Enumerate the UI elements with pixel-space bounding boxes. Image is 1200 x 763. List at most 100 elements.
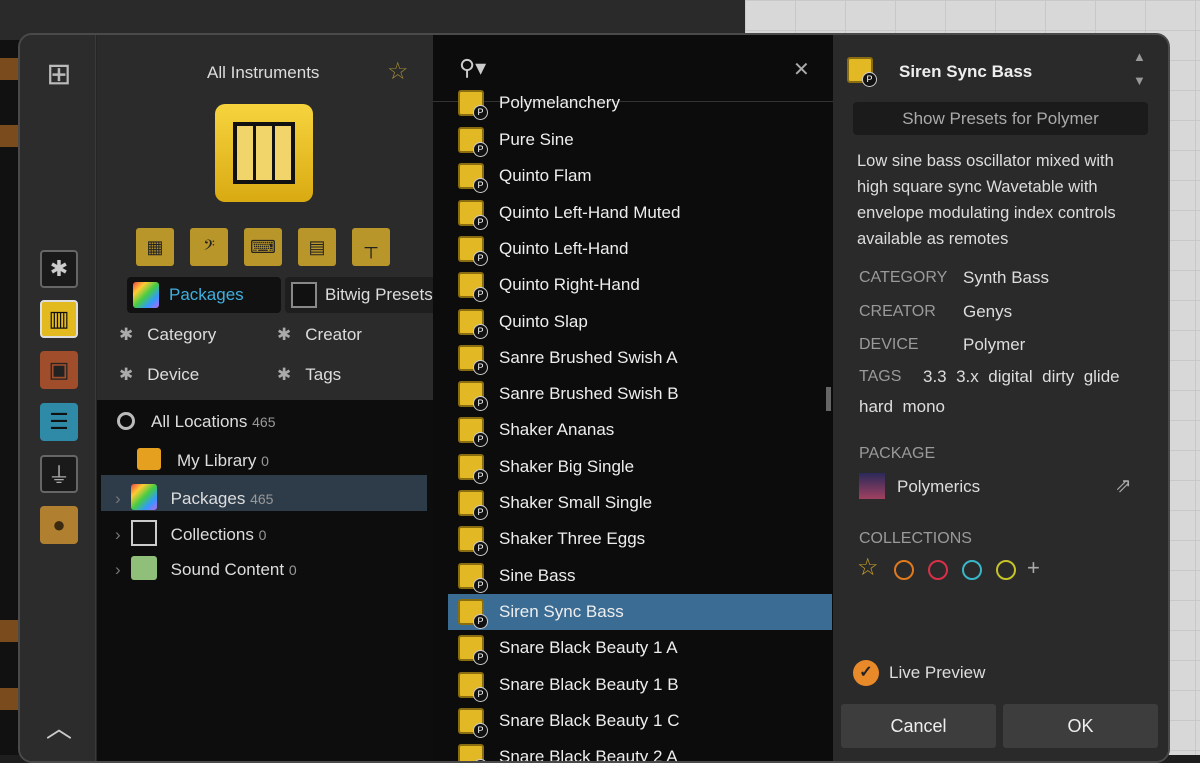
preset-icon (458, 598, 488, 629)
instruments-icon[interactable]: ▥ (40, 300, 78, 338)
effects-pedal-icon[interactable]: ▣ (40, 351, 78, 389)
tag[interactable]: glide (1084, 367, 1120, 386)
live-preview-checkbox[interactable]: ✓ (853, 660, 879, 686)
list-item[interactable]: Shaker Big Single (448, 449, 832, 485)
collection-red[interactable] (928, 560, 948, 580)
tags-row-2: hard mono (859, 397, 945, 417)
tag[interactable]: digital (988, 367, 1032, 386)
modulators-icon[interactable]: ☰ (40, 403, 78, 441)
list-item[interactable]: Pure Sine (448, 122, 832, 158)
collection-star-icon[interactable]: ☆ (857, 553, 879, 582)
list-item-label: Shaker Ananas (499, 420, 615, 440)
filter-packages[interactable]: Packages (127, 277, 281, 313)
chevron-right-icon[interactable]: › (115, 525, 121, 544)
percussion-icon[interactable]: ┬ (352, 228, 390, 266)
list-item[interactable]: Shaker Three Eggs (448, 521, 832, 557)
keyboard-stand-icon[interactable]: ⌨ (244, 228, 282, 266)
list-item[interactable]: Shaker Ananas (448, 412, 832, 448)
package-value[interactable]: Polymerics (897, 477, 980, 497)
list-item[interactable]: Snare Black Beauty 1 C (448, 703, 832, 739)
location-sound-content[interactable]: › Sound Content 0 (115, 556, 297, 580)
add-collection-button[interactable]: + (1027, 555, 1040, 581)
list-item[interactable]: Snare Black Beauty 1 A (448, 630, 832, 666)
instrument-large-icon (215, 104, 313, 202)
show-presets-button[interactable]: Show Presets for Polymer (853, 102, 1148, 135)
facet-device[interactable]: ✱ Device (119, 365, 199, 385)
location-my-library[interactable]: My Library 0 (137, 448, 269, 471)
category-value[interactable]: Synth Bass (963, 268, 1049, 288)
tag[interactable]: 3.x (956, 367, 979, 386)
next-arrow-icon[interactable]: ▼ (1133, 73, 1146, 88)
ok-button[interactable]: OK (1003, 704, 1158, 748)
preset-icon (847, 57, 877, 87)
facet-category[interactable]: ✱ Category (119, 325, 216, 345)
list-item-label: Snare Black Beauty 1 C (499, 710, 680, 730)
packages-icon (130, 484, 157, 510)
facet-tags[interactable]: ✱ Tags (277, 365, 341, 385)
chevron-right-icon[interactable]: › (115, 560, 121, 579)
tag[interactable]: dirty (1042, 367, 1074, 386)
preset-icon (458, 163, 488, 194)
previous-arrow-icon[interactable]: ▲ (1133, 49, 1146, 64)
preset-icon (458, 635, 488, 666)
close-icon[interactable]: ✕ (793, 57, 810, 82)
list-item[interactable]: Sine Bass (448, 558, 832, 594)
list-item-label: Quinto Left-Hand Muted (499, 202, 681, 222)
list-item-label: Snare Black Beauty 1 B (499, 674, 679, 694)
user-icon[interactable]: ● (40, 506, 78, 544)
preset-icon (458, 199, 488, 230)
list-item[interactable]: Polymelanchery (448, 85, 832, 121)
detail-panel: Siren Sync Bass ▲ ▼ Show Presets for Pol… (833, 35, 1168, 761)
search-icon[interactable]: ⚲▾ (459, 55, 486, 81)
packages-icon (133, 282, 159, 308)
browser-dialog: ⊞ ✱ ▥ ▣ ☰ ⏚ ● ︿ All Instruments ☆ ▦ 𝄢 ⌨ … (18, 33, 1170, 763)
facet-creator[interactable]: ✱ Creator (277, 325, 362, 345)
creator-value[interactable]: Genys (963, 302, 1012, 322)
collection-cyan[interactable] (962, 560, 982, 580)
grid-view-icon[interactable]: ⊞ (40, 55, 78, 93)
collection-yellow[interactable] (996, 560, 1016, 580)
favorite-star-icon[interactable]: ☆ (387, 57, 409, 86)
asterisk-icon: ✱ (277, 365, 292, 384)
location-collections[interactable]: › Collections 0 (115, 520, 266, 546)
list-item[interactable]: Quinto Flam (448, 158, 832, 194)
list-item[interactable]: Snare Black Beauty 2 A (448, 739, 832, 763)
list-item[interactable]: Quinto Right-Hand (448, 267, 832, 303)
tag[interactable]: mono (902, 397, 945, 416)
list-item[interactable]: Siren Sync Bass (448, 593, 832, 630)
collection-orange[interactable] (894, 560, 914, 580)
filter-bitwig-presets[interactable]: Bitwig Presets (285, 277, 439, 313)
circle-icon (117, 412, 135, 430)
list-item[interactable]: Quinto Left-Hand (448, 231, 832, 267)
preset-icon (458, 490, 488, 520)
filter-bitwig-presets-label: Bitwig Presets (325, 285, 433, 304)
synth-icon[interactable]: ▤ (298, 228, 336, 266)
list-item[interactable]: Sanre Brushed Swish A (448, 340, 832, 376)
preset-icon (458, 562, 488, 593)
list-item-label: Polymelanchery (499, 93, 620, 112)
device-value[interactable]: Polymer (963, 335, 1025, 355)
location-all[interactable]: All Locations 465 (117, 412, 275, 432)
tag[interactable]: hard (859, 397, 893, 416)
location-label: Packages (170, 489, 246, 508)
tag[interactable]: 3.3 (923, 367, 947, 386)
cancel-button[interactable]: Cancel (841, 704, 996, 748)
collapse-up-icon[interactable]: ︿ (40, 707, 78, 745)
drum-machine-icon[interactable]: ▦ (136, 228, 174, 266)
plugin-icon[interactable]: ⏚ (40, 455, 78, 493)
tags-label: TAGS (859, 368, 902, 385)
list-item[interactable]: Quinto Left-Hand Muted (448, 195, 832, 231)
list-item[interactable]: Quinto Slap (448, 304, 832, 340)
list-item[interactable]: Shaker Small Single (448, 485, 832, 521)
external-link-icon[interactable]: ⇗ (1115, 473, 1132, 498)
preset-icon (458, 381, 488, 412)
chevron-right-icon[interactable]: › (115, 489, 121, 508)
list-item-label: Snare Black Beauty 2 A (499, 747, 678, 763)
scrollbar[interactable] (826, 387, 831, 411)
list-item[interactable]: Snare Black Beauty 1 B (448, 667, 832, 703)
results-list: ⚲▾ ✕ Polymelanchery Pure Sine Quinto Flam Q… (433, 35, 833, 761)
all-asterisk-icon[interactable]: ✱ (40, 250, 78, 288)
list-item[interactable]: Sanre Brushed Swish B (448, 376, 832, 412)
bass-clef-icon[interactable]: 𝄢 (190, 228, 228, 266)
location-count: 0 (258, 527, 267, 543)
